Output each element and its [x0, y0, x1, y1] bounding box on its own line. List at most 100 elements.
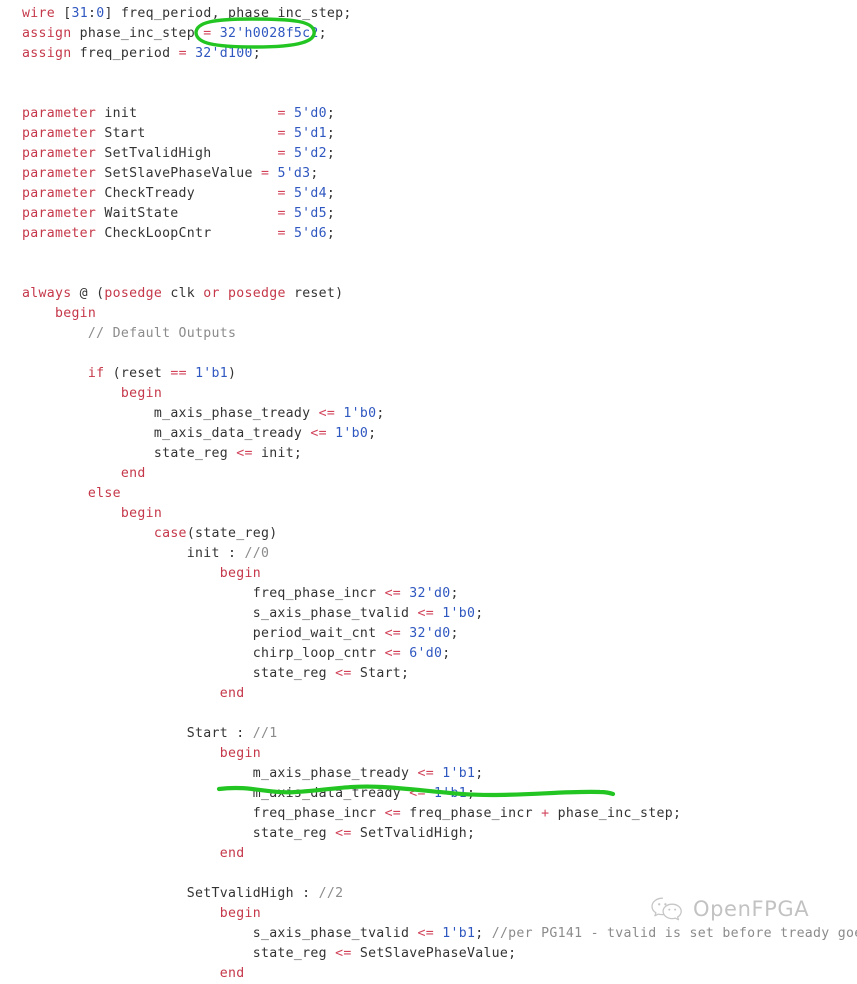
code-token-num: 1'b1 — [442, 926, 475, 941]
code-token-txt: freq_phase_incr — [401, 806, 541, 821]
code-indent — [22, 766, 253, 781]
code-token-txt: freq_period — [71, 46, 178, 61]
code-indent — [22, 906, 220, 921]
code-token-punc: ; — [368, 426, 376, 441]
code-line — [0, 84, 857, 104]
code-token-op: <= — [418, 606, 434, 621]
code-line: wire [31:0] freq_period, phase_inc_step; — [0, 4, 857, 24]
code-token-punc: ; — [327, 146, 335, 161]
code-token-kw: posedge — [228, 286, 286, 301]
code-token-txt: m_axis_phase_tready — [154, 406, 319, 421]
code-token-txt: state_reg — [154, 446, 236, 461]
code-line: state_reg <= init; — [0, 444, 857, 464]
code-line — [0, 244, 857, 264]
code-token-num: 32'd0 — [409, 626, 450, 641]
code-line: end — [0, 684, 857, 704]
code-token-num: 1'b0 — [335, 426, 368, 441]
code-token-num: 32'h0028f5c2 — [220, 26, 319, 41]
code-token-kw: parameter — [22, 186, 96, 201]
code-line: assign freq_period = 32'd100; — [0, 44, 857, 64]
code-token-txt: m_axis_data_tready — [253, 786, 410, 801]
code-token-op: = — [277, 226, 285, 241]
code-line: m_axis_data_tready <= 1'b0; — [0, 424, 857, 444]
code-indent — [22, 886, 187, 901]
code-token-com: //per PG141 - tvalid is set before tread… — [492, 926, 857, 941]
code-token-num: 1'b1 — [434, 786, 467, 801]
code-line: parameter SetTvalidHigh = 5'd2; — [0, 144, 857, 164]
code-token-kw: assign — [22, 26, 71, 41]
code-token-num: 5'd5 — [294, 206, 327, 221]
code-token-txt: m_axis_data_tready — [154, 426, 311, 441]
code-line: parameter CheckTready = 5'd4; — [0, 184, 857, 204]
code-token-punc: ; — [327, 226, 335, 241]
code-token-op: = — [277, 146, 285, 161]
code-token-kw: parameter — [22, 166, 96, 181]
code-line: end — [0, 964, 857, 984]
code-line: m_axis_data_tready <= 1'b1; — [0, 784, 857, 804]
code-indent — [22, 846, 220, 861]
code-indent — [22, 546, 187, 561]
code-token-num: 5'd6 — [294, 226, 327, 241]
code-line: state_reg <= SetTvalidHigh; — [0, 824, 857, 844]
code-token-kw: posedge — [104, 286, 162, 301]
code-token-txt: CheckTready — [96, 186, 277, 201]
code-line — [0, 864, 857, 884]
code-token-punc: : — [88, 6, 96, 21]
code-token-punc: ; — [451, 586, 459, 601]
code-indent — [22, 666, 253, 681]
code-token-txt — [434, 926, 442, 941]
code-token-txt — [286, 226, 294, 241]
code-indent — [22, 366, 88, 381]
code-token-op: <= — [236, 446, 252, 461]
code-token-txt — [55, 6, 63, 21]
code-token-kw: begin — [220, 906, 261, 921]
code-token-op: == — [170, 366, 186, 381]
code-line: begin — [0, 384, 857, 404]
code-line — [0, 264, 857, 284]
code-indent — [22, 646, 253, 661]
code-token-txt: freq_phase_incr — [253, 586, 385, 601]
code-indent — [22, 566, 220, 581]
code-token-punc: ; — [327, 186, 335, 201]
code-indent — [22, 726, 187, 741]
code-line: s_axis_phase_tvalid <= 1'b1; //per PG141… — [0, 924, 857, 944]
code-token-kw: if — [88, 366, 104, 381]
code-token-num: 6'd0 — [409, 646, 442, 661]
code-token-txt: state_reg — [253, 946, 335, 961]
code-token-punc: ; — [327, 106, 335, 121]
code-token-txt: SetSlavePhaseValue; — [352, 946, 517, 961]
code-line: Start : //1 — [0, 724, 857, 744]
code-token-op: <= — [409, 786, 425, 801]
code-token-txt: phase_inc_step — [71, 26, 203, 41]
code-line: chirp_loop_cntr <= 6'd0; — [0, 644, 857, 664]
code-line: assign phase_inc_step = 32'h0028f5c2; — [0, 24, 857, 44]
code-token-kw: parameter — [22, 106, 96, 121]
code-token-txt: freq_phase_incr — [253, 806, 385, 821]
code-token-com: // Default Outputs — [88, 326, 236, 341]
code-token-kw: assign — [22, 46, 71, 61]
code-token-op: <= — [418, 766, 434, 781]
code-token-txt: Start : — [187, 726, 253, 741]
code-indent — [22, 526, 154, 541]
wechat-logo-icon — [650, 896, 684, 922]
source-code-listing[interactable]: wire [31:0] freq_period, phase_inc_step;… — [0, 0, 857, 984]
code-line — [0, 344, 857, 364]
code-line: period_wait_cnt <= 32'd0; — [0, 624, 857, 644]
code-line: parameter CheckLoopCntr = 5'd6; — [0, 224, 857, 244]
code-line: end — [0, 844, 857, 864]
code-indent — [22, 306, 55, 321]
code-token-op: = — [277, 126, 285, 141]
code-token-txt: SetTvalidHigh : — [187, 886, 319, 901]
code-token-txt: SetTvalidHigh — [96, 146, 277, 161]
code-token-txt: chirp_loop_cntr — [253, 646, 385, 661]
code-token-op: <= — [385, 586, 401, 601]
code-token-punc: ; — [319, 26, 327, 41]
code-indent — [22, 486, 88, 501]
code-token-punc: ; — [475, 766, 483, 781]
code-line: begin — [0, 304, 857, 324]
code-token-txt: phase_inc_step; — [549, 806, 681, 821]
code-line — [0, 704, 857, 724]
code-token-num: 5'd2 — [294, 146, 327, 161]
code-line: end — [0, 464, 857, 484]
code-token-txt: Start; — [352, 666, 410, 681]
